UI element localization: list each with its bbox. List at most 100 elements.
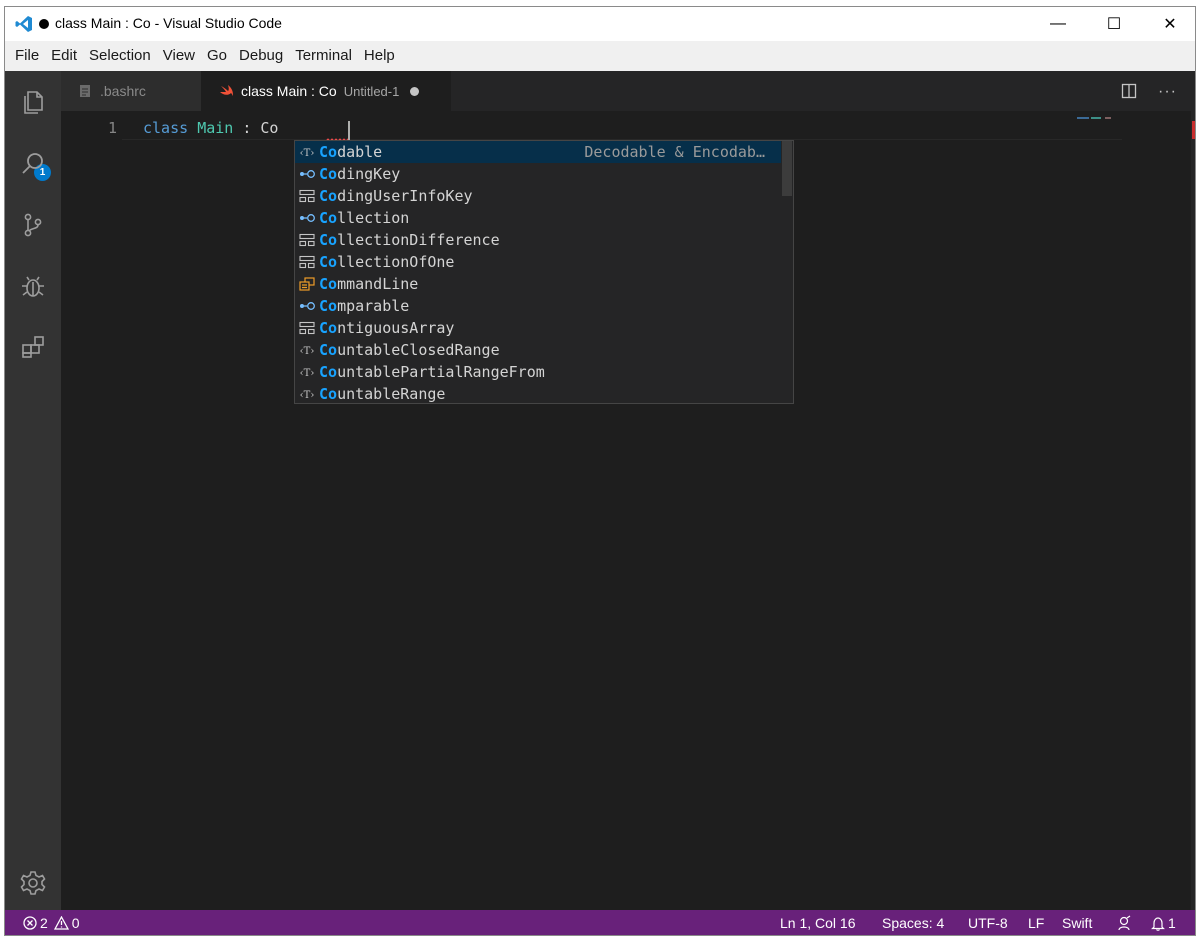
suggestion-item[interactable]: CollectionOfOne — [295, 251, 781, 273]
error-marker — [1192, 121, 1195, 139]
typealias-icon: ‹T› — [295, 141, 319, 163]
protocol-icon — [295, 207, 319, 229]
suggestion-label: CollectionDifference — [319, 231, 500, 249]
suggestion-item[interactable]: ContiguousArray — [295, 317, 781, 339]
suggestion-label: CommandLine — [319, 275, 418, 293]
protocol-icon — [295, 295, 319, 317]
text-cursor — [348, 121, 350, 140]
error-icon — [23, 916, 37, 930]
close-button[interactable]: ✕ — [1143, 7, 1195, 41]
warning-count: 0 — [71, 915, 80, 931]
unsaved-dot-icon[interactable] — [410, 86, 420, 96]
tab-label: class Main : Co — [241, 83, 337, 99]
title-bar: class Main : Co - Visual Studio Code — ☐… — [5, 7, 1195, 41]
struct-icon — [295, 317, 319, 339]
typealias-icon: ‹T› — [295, 383, 319, 405]
svg-text:‹T›: ‹T› — [300, 368, 315, 379]
feedback-button[interactable] — [1116, 910, 1132, 935]
svg-text:‹T›: ‹T› — [300, 148, 315, 159]
suggestion-label: CollectionOfOne — [319, 253, 454, 271]
bell-icon — [1151, 916, 1165, 931]
eol-status[interactable]: LF — [1028, 910, 1044, 935]
match-highlight: Co — [319, 143, 338, 161]
language-status[interactable]: Swift — [1062, 910, 1092, 935]
explorer-button[interactable] — [16, 85, 50, 119]
suggestion-item[interactable]: Collection — [295, 207, 781, 229]
suggestion-item[interactable]: CollectionDifference — [295, 229, 781, 251]
suggestion-rest: ntiguousArray — [337, 319, 455, 337]
menu-file[interactable]: File — [9, 41, 45, 71]
suggestion-item[interactable]: CommandLine — [295, 273, 781, 295]
suggest-widget[interactable]: ‹T› Codable Decodable & Encodab… CodingKey C… — [294, 140, 794, 404]
suggestion-rest: untableRange — [337, 385, 446, 403]
match-highlight: Co — [319, 231, 338, 249]
typealias-icon: ‹T› — [295, 339, 319, 361]
suggestion-rest: mmandLine — [337, 275, 419, 293]
struct-icon — [295, 229, 319, 251]
minimize-button[interactable]: — — [1031, 7, 1085, 41]
struct-icon — [295, 251, 319, 273]
protocol-icon — [295, 163, 319, 185]
source-control-icon — [24, 213, 42, 237]
code-line[interactable]: class Main : Co — [143, 117, 278, 139]
suggestion-item[interactable]: Comparable — [295, 295, 781, 317]
menu-selection[interactable]: Selection — [83, 41, 157, 71]
match-highlight: Co — [319, 297, 338, 315]
maximize-button[interactable]: ☐ — [1087, 7, 1141, 41]
match-highlight: Co — [319, 385, 338, 403]
suggestion-item[interactable]: ‹T› Codable Decodable & Encodab… — [295, 141, 781, 163]
suggestion-label: CountablePartialRangeFrom — [319, 363, 545, 381]
struct-icon — [295, 185, 319, 207]
encoding-status[interactable]: UTF-8 — [968, 910, 1008, 935]
more-actions-icon[interactable]: ··· — [1158, 83, 1177, 101]
suggestion-item[interactable]: ‹T› CountablePartialRangeFrom — [295, 361, 781, 383]
menu-edit[interactable]: Edit — [45, 41, 83, 71]
keyword-token: class — [143, 119, 189, 137]
suggestion-item[interactable]: ‹T› CountableClosedRange — [295, 339, 781, 361]
menu-debug[interactable]: Debug — [233, 41, 289, 71]
cursor-position-status[interactable]: Ln 1, Col 16 — [780, 910, 856, 935]
extensions-button[interactable] — [16, 330, 50, 364]
match-highlight: Co — [319, 165, 338, 183]
type-token: Main — [197, 119, 234, 137]
unsaved-dot-icon — [39, 19, 49, 29]
suggestion-item[interactable]: CodingKey — [295, 163, 781, 185]
suggestion-rest: untablePartialRangeFrom — [337, 363, 545, 381]
debug-icon — [22, 276, 44, 297]
menu-view[interactable]: View — [157, 41, 201, 71]
manage-button[interactable] — [16, 866, 50, 900]
suggest-scrollbar[interactable] — [782, 141, 792, 196]
suggestion-label: Comparable — [319, 297, 409, 315]
suggestion-item[interactable]: ‹T› CountableRange — [295, 383, 781, 405]
settings-gear-icon — [20, 871, 46, 895]
svg-text:‹T›: ‹T› — [300, 390, 315, 401]
suggestion-detail: Decodable & Encodab… — [584, 143, 765, 161]
feedback-icon — [1118, 915, 1131, 931]
vscode-window: class Main : Co - Visual Studio Code — ☐… — [4, 6, 1196, 936]
debug-button[interactable] — [16, 269, 50, 303]
suggestion-label: CodingKey — [319, 165, 400, 183]
menu-terminal[interactable]: Terminal — [289, 41, 358, 71]
indentation-status[interactable]: Spaces: 4 — [882, 910, 944, 935]
split-editor-icon[interactable] — [1121, 83, 1137, 99]
notification-count: 1 — [1168, 915, 1176, 931]
suggestion-item[interactable]: CodingUserInfoKey — [295, 185, 781, 207]
enum-icon — [295, 273, 319, 295]
colon-token: : — [242, 119, 252, 137]
tab-label: .bashrc — [100, 83, 146, 99]
editor-scrollbar[interactable] — [1191, 111, 1195, 911]
problems-status[interactable]: 2 0 — [23, 910, 80, 935]
tab-description: Untitled-1 — [343, 83, 400, 99]
menu-bar: File Edit Selection View Go Debug Termin… — [5, 41, 1195, 71]
search-view-button[interactable] — [16, 147, 50, 181]
menu-go[interactable]: Go — [201, 41, 233, 71]
suggestion-rest: dable — [337, 143, 383, 161]
match-highlight: Co — [319, 209, 338, 227]
suggestion-label: ContiguousArray — [319, 319, 454, 337]
tab-bashrc[interactable]: .bashrc — [61, 71, 201, 111]
tab-untitled-1[interactable]: class Main : Co Untitled-1 — [201, 71, 451, 111]
source-control-button[interactable] — [16, 208, 50, 242]
menu-help[interactable]: Help — [358, 41, 401, 71]
notifications-button[interactable]: 1 — [1151, 910, 1176, 935]
suggestion-label: Collection — [319, 209, 409, 227]
